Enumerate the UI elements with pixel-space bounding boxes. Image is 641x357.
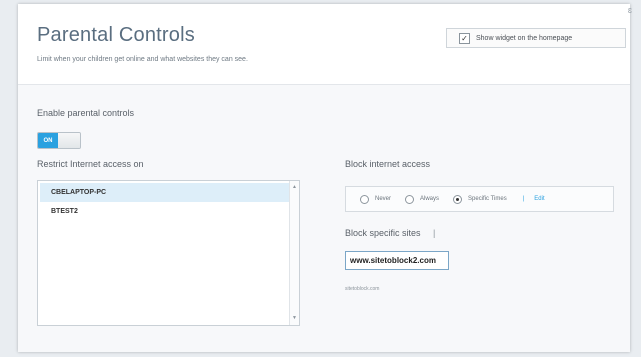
device-item-cbelaptop-pc[interactable]: CBELAPTOP-PC [40,183,291,202]
radio-specific-times[interactable] [453,194,463,204]
device-list[interactable]: CBELAPTOP-PC BTEST2 ▲ ▼ [37,180,300,326]
blocked-site-entry: sitetoblock.com [345,286,380,292]
scroll-down-icon[interactable]: ▼ [290,314,299,323]
show-widget-checkbox[interactable]: ✓ [459,32,470,44]
radio-always[interactable] [405,194,415,204]
show-widget-label: Show widget on the homepage [476,34,573,42]
scroll-up-icon[interactable]: ▲ [290,183,299,192]
toggle-thumb[interactable] [58,133,80,148]
panel-header: ɛ Parental Controls Limit when your chil… [18,4,632,85]
separator: | [522,196,525,202]
edit-schedule-link[interactable]: Edit [534,196,544,202]
sites-separator: | [433,228,436,238]
restrict-access-label: Restrict Internet access on [37,159,144,169]
radio-never[interactable] [360,194,369,204]
block-specific-sites-label: Block specific sites | [345,228,435,238]
parental-controls-panel: ɛ Parental Controls Limit when your chil… [18,4,632,352]
page-title: Parental Controls [37,24,195,46]
close-icon[interactable]: ɛ [628,5,632,15]
page-subtitle: Limit when your children get online and … [37,56,248,63]
radio-never-label: Never [375,196,392,202]
show-widget-option[interactable]: ✓ Show widget on the homepage [446,28,626,48]
toggle-on-label: ON [38,133,58,148]
radio-always-label: Always [420,196,440,202]
block-site-input[interactable]: www.sitetoblock2.com [345,251,449,270]
block-access-radio-group: Never Always Specific Times | Edit [345,186,614,212]
radio-specific-times-label: Specific Times [468,196,507,202]
enable-parental-controls-label: Enable parental controls [37,108,135,118]
parental-controls-toggle[interactable]: ON [37,132,81,149]
device-list-scrollbar[interactable]: ▲ ▼ [289,181,299,325]
block-internet-access-label: Block internet access [345,159,431,169]
block-specific-sites-text: Block specific sites [345,228,421,238]
device-item-btest2[interactable]: BTEST2 [38,202,299,221]
